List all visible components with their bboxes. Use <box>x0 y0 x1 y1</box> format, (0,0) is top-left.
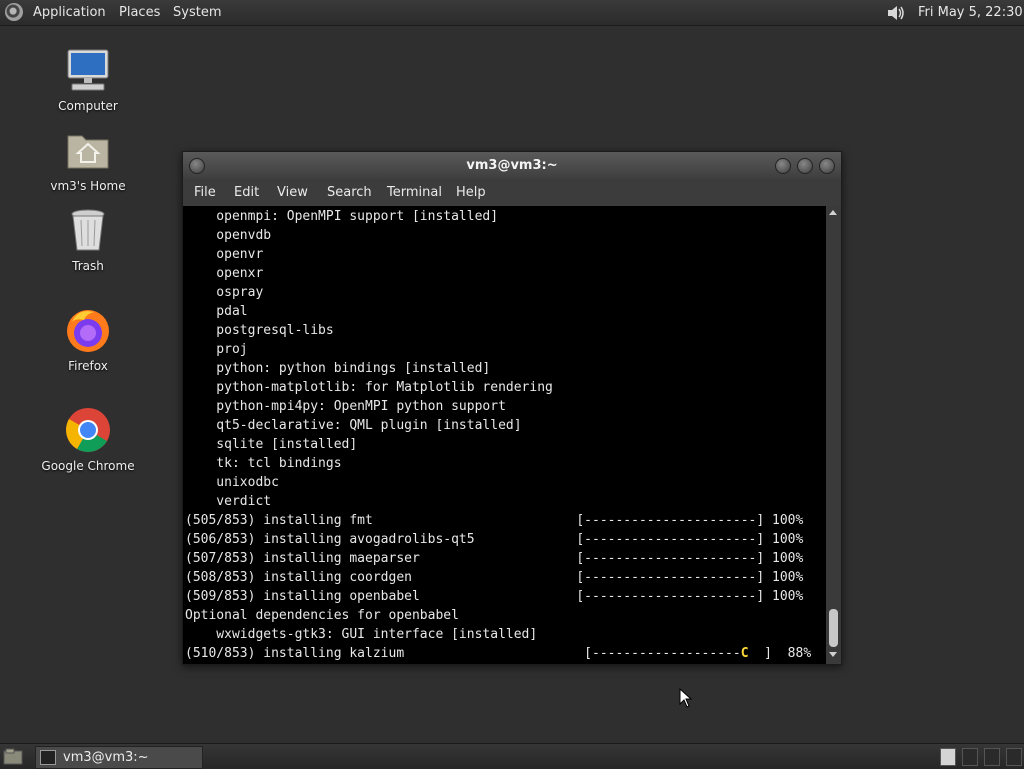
computer-icon <box>67 49 109 91</box>
taskbar-button-label: vm3@vm3:~ <box>63 750 149 765</box>
menu-help[interactable]: Help <box>456 179 486 206</box>
terminal-line: tk: tcl bindings <box>185 456 342 471</box>
terminal-line: (506/853) installing avogadrolibs-qt5 [-… <box>185 532 804 547</box>
terminal-line: Optional dependencies for openbabel <box>185 608 459 623</box>
terminal-line: python-matplotlib: for Matplotlib render… <box>185 380 553 395</box>
window-menu-button[interactable] <box>189 158 205 174</box>
trash-icon <box>71 209 105 251</box>
scrollbar-thumb[interactable] <box>829 609 838 647</box>
terminal-line: python: python bindings [installed] <box>185 361 491 376</box>
scroll-up-arrow-icon[interactable] <box>829 210 837 215</box>
top-panel: Applications Places System Fri May 5, 22… <box>0 0 1024 26</box>
terminal-line: openvdb <box>185 228 272 243</box>
terminal-line: wxwidgets-gtk3: GUI interface [installed… <box>185 627 538 642</box>
scroll-down-arrow-icon[interactable] <box>829 652 837 657</box>
firefox-icon <box>67 310 109 352</box>
show-desktop-icon[interactable] <box>3 748 23 765</box>
system-menu[interactable]: System <box>173 0 221 25</box>
chrome-icon <box>66 408 110 452</box>
desktop-icon-firefox[interactable]: Firefox <box>28 306 148 373</box>
progress-cursor: C <box>740 646 749 661</box>
progress-text: (510/853) installing kalzium [----------… <box>185 646 741 661</box>
terminal-line: postgresql-libs <box>185 323 334 338</box>
taskbar-button-terminal[interactable]: vm3@vm3:~ <box>35 746 203 769</box>
terminal-icon <box>40 750 56 765</box>
terminal-menubar: File Edit View Search Terminal Help <box>183 179 841 206</box>
menu-edit[interactable]: Edit <box>234 179 259 206</box>
menu-view[interactable]: View <box>277 179 308 206</box>
terminal-line: (507/853) installing maeparser [--------… <box>185 551 804 566</box>
workspace-1[interactable] <box>940 748 956 766</box>
desktop-icon-label: vm3's Home <box>50 179 126 193</box>
desktop-icon-chrome[interactable]: Google Chrome <box>28 406 148 473</box>
menu-file[interactable]: File <box>194 179 216 206</box>
terminal-scrollbar[interactable] <box>826 206 841 664</box>
bottom-taskbar: vm3@vm3:~ <box>0 743 1024 769</box>
volume-icon[interactable] <box>886 4 906 22</box>
terminal-window[interactable]: vm3@vm3:~ File Edit View Search Terminal… <box>182 151 842 665</box>
progress-percent: ] 88% <box>748 646 812 661</box>
maximize-button[interactable] <box>797 158 813 174</box>
terminal-line: openvr <box>185 247 264 262</box>
terminal-line: pdal <box>185 304 248 319</box>
clock[interactable]: Fri May 5, 22:30 <box>918 0 1023 25</box>
terminal-line: proj <box>185 342 248 357</box>
home-folder-icon <box>67 135 109 169</box>
terminal-output[interactable]: openmpi: OpenMPI support [installed] ope… <box>183 206 826 664</box>
desktop-icon-label: Trash <box>72 259 104 273</box>
workspace-3[interactable] <box>984 748 1000 766</box>
desktop-icon-label: Google Chrome <box>41 459 135 473</box>
desktop-icon-label: Computer <box>58 99 118 113</box>
window-titlebar[interactable]: vm3@vm3:~ <box>183 152 841 179</box>
terminal-line: (505/853) installing fmt [--------------… <box>185 513 804 528</box>
terminal-lines: openmpi: OpenMPI support [installed] ope… <box>185 207 811 663</box>
terminal-line: ospray <box>185 285 264 300</box>
terminal-line: (509/853) installing openbabel [--------… <box>185 589 804 604</box>
desktop-icon-label: Firefox <box>68 359 108 373</box>
terminal-line: sqlite [installed] <box>185 437 358 452</box>
mouse-pointer-icon <box>679 688 693 708</box>
applications-menu[interactable]: Applications <box>33 0 106 25</box>
terminal-line: python-mpi4py: OpenMPI python support <box>185 399 506 414</box>
desktop-icon-trash[interactable]: Trash <box>28 206 148 273</box>
main-menu-logo-icon[interactable] <box>5 3 23 21</box>
minimize-button[interactable] <box>775 158 791 174</box>
terminal-line-current: (510/853) installing kalzium [----------… <box>185 644 811 663</box>
window-title: vm3@vm3:~ <box>466 158 558 173</box>
desktop-icon-computer[interactable]: Computer <box>28 46 148 113</box>
desktop-icon-home[interactable]: vm3's Home <box>28 126 148 193</box>
menu-terminal[interactable]: Terminal <box>387 179 442 206</box>
terminal-line: verdict <box>185 494 272 509</box>
menu-search[interactable]: Search <box>327 179 372 206</box>
terminal-line: (508/853) installing coordgen [---------… <box>185 570 804 585</box>
terminal-line: openxr <box>185 266 264 281</box>
workspace-4[interactable] <box>1006 748 1022 766</box>
terminal-line: openmpi: OpenMPI support [installed] <box>185 209 499 224</box>
terminal-line: unixodbc <box>185 475 279 490</box>
terminal-line: qt5-declarative: QML plugin [installed] <box>185 418 522 433</box>
workspace-2[interactable] <box>962 748 978 766</box>
places-menu[interactable]: Places <box>119 0 160 25</box>
close-button[interactable] <box>819 158 835 174</box>
